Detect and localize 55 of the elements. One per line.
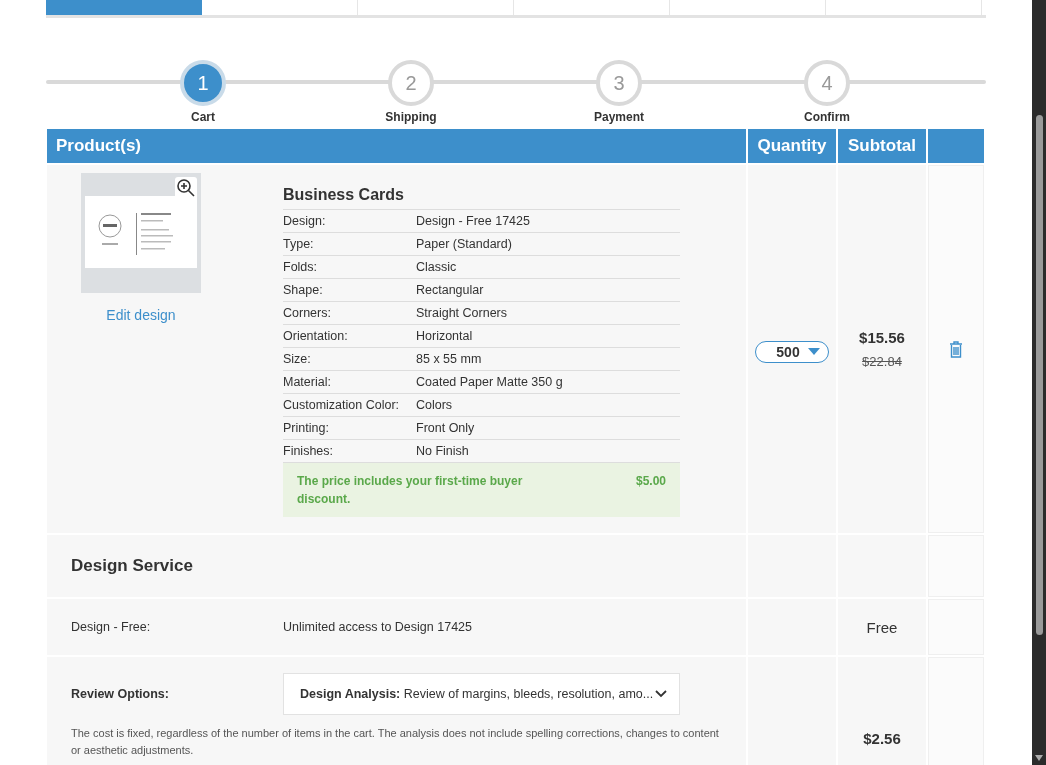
scroll-down-icon[interactable]	[1035, 755, 1043, 761]
zoom-in-icon[interactable]	[175, 177, 197, 199]
step-circle: 3	[596, 60, 642, 106]
spec-label: Corners:	[283, 306, 332, 320]
step-label: Confirm	[804, 110, 850, 124]
spec-label: Finishes:	[283, 444, 335, 458]
spec-value: No Finish	[416, 444, 469, 458]
spec-value: Rectangular	[416, 283, 484, 297]
option-label: Review Options:	[71, 687, 170, 701]
spec-label: Shape:	[283, 283, 324, 297]
section-title: Design Service	[70, 555, 194, 577]
spec-value: Coated Paper Matte 350 g	[416, 375, 563, 389]
old-price: $22.84	[862, 354, 902, 369]
spec-label: Type:	[283, 237, 315, 251]
spec-label: Size:	[283, 352, 312, 366]
spec-label: Material:	[283, 375, 332, 389]
review-options-dropdown[interactable]: Design Analysis: Review of margins, bleeds, resolution, amo...	[283, 673, 680, 715]
quantity-select[interactable]: 500	[755, 341, 829, 363]
spec-value: Horizontal	[416, 329, 473, 343]
spec-value: Classic	[416, 260, 457, 274]
nav-tab[interactable]	[46, 0, 202, 15]
service-label: Design - Free:	[71, 620, 152, 634]
spec-label: Orientation:	[283, 329, 349, 343]
spec-value: Design - Free 17425	[416, 214, 530, 228]
step-circle: 1	[180, 60, 226, 106]
note-text: The cost is fixed, regardless of the number of items in the cart. The analysis does not include spelling corrections, changes to content or aesthetic adjustments.	[71, 726, 720, 758]
spec-value: Colors	[416, 398, 453, 412]
discount-text: The price includes your first-time buyer discount.	[297, 473, 524, 508]
spec-label: Printing:	[283, 421, 330, 435]
discount-amount: $5.00	[635, 473, 666, 490]
price: $2.56	[863, 730, 901, 747]
price: Free	[866, 618, 898, 636]
column-header: Subtotal	[838, 129, 926, 163]
header-background	[928, 129, 984, 163]
step-label: Payment	[594, 110, 644, 124]
spec-label: Customization Color:	[283, 398, 400, 412]
step-circle: 2	[388, 60, 434, 106]
scrollbar[interactable]	[1032, 0, 1046, 765]
spec-label: Design:	[283, 214, 327, 228]
spec-value: Straight Corners	[416, 306, 507, 320]
chevron-down-icon	[655, 690, 667, 698]
spec-value: Paper (Standard)	[416, 237, 512, 251]
service-value: Unlimited access to Design 17425	[283, 620, 472, 634]
spec-label: Folds:	[283, 260, 319, 274]
column-header: Quantity	[748, 129, 836, 163]
step-label: Cart	[191, 110, 215, 124]
column-header: Product(s)	[47, 129, 746, 163]
price: $15.56	[859, 329, 905, 346]
trash-icon[interactable]	[949, 340, 963, 358]
step-circle: 4	[804, 60, 850, 106]
caret-down-icon	[807, 348, 820, 356]
spec-value: Front Only	[416, 421, 475, 435]
spec-value: 85 x 55 mm	[416, 352, 482, 366]
product-title: Business Cards	[283, 186, 405, 204]
step-label: Shipping	[385, 110, 437, 124]
